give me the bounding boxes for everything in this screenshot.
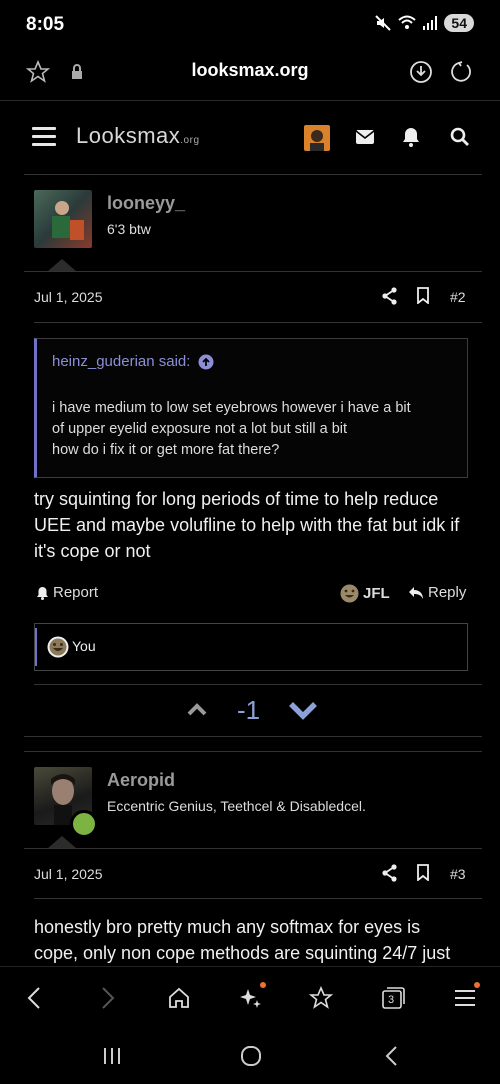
quote-line: i have medium to low set eyebrows howeve… — [52, 400, 411, 416]
status-icons: 54 — [374, 14, 474, 32]
quote-author-label: heinz_guderian said: — [52, 353, 191, 370]
upvote-icon[interactable] — [186, 701, 208, 717]
bookmark-icon[interactable] — [417, 287, 429, 304]
download-icon[interactable] — [409, 60, 433, 84]
reply-arrow-icon — [408, 586, 424, 600]
user-avatar[interactable] — [304, 125, 330, 151]
bell-small-icon — [36, 586, 49, 600]
site-header: Looksmax.org — [24, 113, 476, 163]
system-nav-bar — [0, 1030, 500, 1084]
post-username[interactable]: Aeropid — [107, 770, 175, 791]
mute-icon — [374, 14, 392, 32]
post-body-line: UEE and maybe volufline to help with the… — [34, 515, 460, 535]
mail-icon[interactable] — [355, 129, 375, 145]
status-time: 8:05 — [26, 14, 65, 35]
reload-icon[interactable] — [449, 60, 473, 84]
signal-icon — [422, 15, 438, 31]
vote-divider-top — [34, 684, 482, 685]
post-avatar[interactable] — [34, 190, 92, 248]
header-divider — [24, 174, 482, 175]
quote-line: of upper eyelid exposure not a lot but s… — [52, 421, 348, 437]
jfl-react-button[interactable]: JFL — [340, 584, 390, 603]
back-icon[interactable] — [26, 986, 42, 1010]
home-button-icon[interactable] — [240, 1045, 262, 1067]
share-icon[interactable] — [382, 287, 398, 305]
post-date[interactable]: Jul 1, 2025 — [34, 289, 103, 305]
site-logo[interactable]: Looksmax.org — [76, 123, 200, 149]
reactions-label: You — [72, 638, 96, 654]
laugh-emoji-icon — [340, 584, 359, 603]
post-body-line: it's cope or not — [34, 541, 151, 561]
post-meta-divider — [34, 322, 482, 323]
browser-divider — [0, 100, 500, 101]
reply-button[interactable]: Reply — [408, 584, 466, 601]
post-body-line: cope, only non cope methods are squintin… — [34, 943, 451, 963]
post-meta-divider — [34, 898, 482, 899]
quote-text: i have medium to low set eyebrows howeve… — [52, 398, 411, 461]
share-icon[interactable] — [382, 864, 398, 882]
post-body-line: try squinting for long periods of time t… — [34, 489, 439, 509]
user-pointer — [48, 259, 76, 271]
wifi-icon — [398, 15, 417, 31]
bookmarks-icon[interactable] — [309, 986, 335, 1010]
tabs-icon[interactable]: 3 — [380, 986, 406, 1010]
user-pointer — [48, 836, 76, 848]
recents-icon[interactable] — [102, 1046, 122, 1066]
quote-author[interactable]: heinz_guderian said: — [52, 353, 214, 370]
post-user-title: 6'3 btw — [107, 221, 151, 237]
browser-bottom-nav: 3 — [0, 966, 500, 1031]
menu-more-icon[interactable] — [454, 982, 480, 1008]
notification-dot — [260, 982, 266, 988]
post-user-title: Eccentric Genius, Teethcel & Disabledcel… — [107, 798, 366, 814]
post-number[interactable]: #3 — [450, 866, 466, 882]
logo-suffix: .org — [180, 135, 200, 146]
post-body: honestly bro pretty much any softmax for… — [34, 914, 450, 966]
logo-main: Looksmax — [76, 123, 181, 148]
report-label: Report — [53, 584, 99, 601]
home-icon[interactable] — [167, 986, 191, 1010]
post-username[interactable]: looneyy_ — [107, 193, 185, 214]
post-date[interactable]: Jul 1, 2025 — [34, 866, 103, 882]
post-divider — [24, 751, 482, 752]
ai-sparkle-icon[interactable] — [238, 982, 266, 1010]
tab-count: 3 — [388, 994, 395, 1006]
notification-dot — [474, 982, 480, 988]
bookmark-icon[interactable] — [417, 864, 429, 881]
quote-block: heinz_guderian said: i have medium to lo… — [34, 338, 468, 478]
reactions-accent — [35, 628, 37, 666]
jfl-label: JFL — [363, 585, 390, 602]
vote-score: -1 — [237, 695, 261, 725]
search-icon[interactable] — [450, 127, 470, 147]
quote-line: how do i fix it or get more fat there? — [52, 442, 280, 458]
quote-jump-icon[interactable] — [198, 354, 214, 370]
laugh-reaction-icon — [47, 636, 69, 658]
reply-label: Reply — [428, 584, 467, 601]
reactions-bar[interactable]: You — [34, 623, 468, 671]
battery-indicator: 54 — [444, 14, 474, 32]
post-divider — [24, 271, 482, 272]
post-number[interactable]: #2 — [450, 289, 466, 305]
report-button[interactable]: Report — [36, 584, 98, 601]
vote-divider-bottom — [24, 736, 482, 737]
forward-icon[interactable] — [100, 986, 116, 1010]
online-indicator — [70, 810, 98, 838]
downvote-icon[interactable] — [287, 699, 319, 721]
system-back-icon[interactable] — [383, 1045, 399, 1067]
bell-icon[interactable] — [402, 127, 420, 147]
menu-icon[interactable] — [32, 127, 56, 147]
post-body: try squinting for long periods of time t… — [34, 486, 459, 564]
post-divider — [24, 848, 482, 849]
post-body-line: honestly bro pretty much any softmax for… — [34, 917, 421, 937]
